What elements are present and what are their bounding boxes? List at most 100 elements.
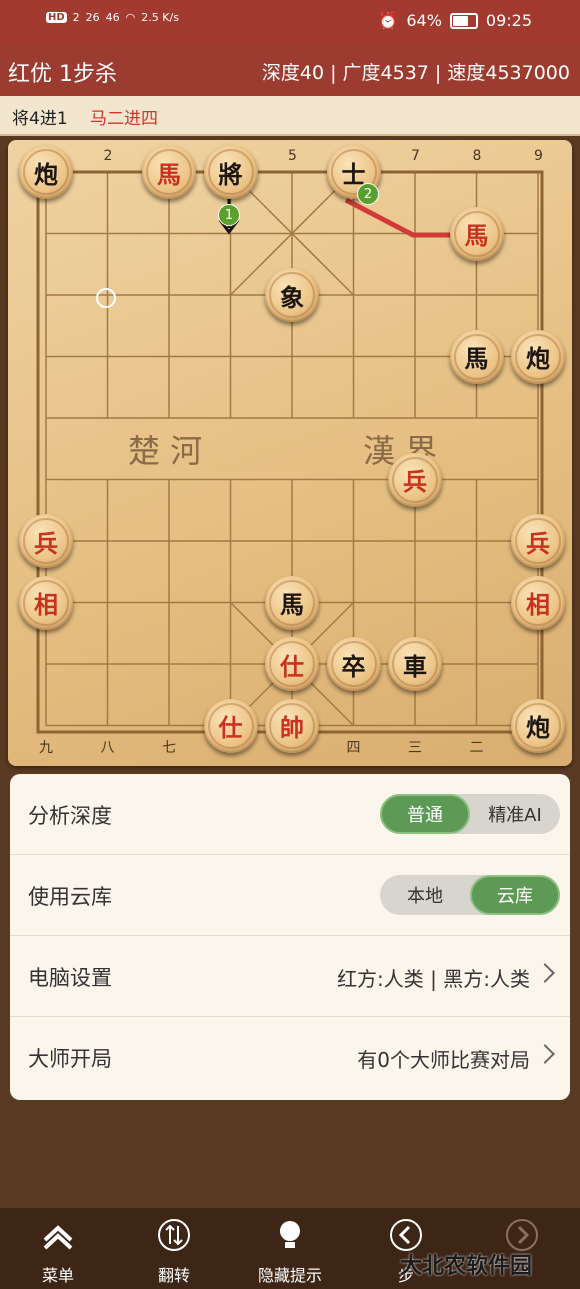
move-bar: 将4进1 马二进四 xyxy=(0,96,580,136)
page-title: 红优 1步杀 xyxy=(8,62,117,87)
file-label-bottom: 三 xyxy=(408,740,422,756)
chess-piece[interactable]: 卒 xyxy=(326,637,381,691)
cloud-label: 使用云库 xyxy=(28,885,112,909)
header-bar: 红优 1步杀 深度40 | 广度4537 | 速度4537000 xyxy=(0,44,580,96)
best-move[interactable]: 马二进四 xyxy=(90,104,158,129)
status-bar: HD 2 26 46 ◠ 2.5 K/s ⏰ 64% 09:25 xyxy=(0,0,580,44)
signal-icon: 26 xyxy=(85,11,100,24)
chess-piece[interactable]: 馬 xyxy=(265,575,319,630)
piece-label: 兵 xyxy=(23,518,69,564)
menu-icon xyxy=(43,1225,73,1250)
net-speed: 2.5 K/s xyxy=(141,11,179,24)
piece-label: 炮 xyxy=(515,702,561,749)
piece-label: 兵 xyxy=(392,456,438,503)
chess-piece[interactable]: 兵 xyxy=(388,452,442,507)
chess-piece[interactable]: 仕 xyxy=(203,698,258,753)
depth-label: 分析深度 xyxy=(28,804,112,828)
piece-label: 仕 xyxy=(207,702,254,749)
computer-value: 红方:人类 | 黑方:人类 xyxy=(337,967,530,991)
chess-piece[interactable]: 兵 xyxy=(19,514,73,568)
nav-menu-label: 菜单 xyxy=(41,1266,74,1285)
chess-piece[interactable]: 兵 xyxy=(511,514,565,568)
nav-flip-label: 翻转 xyxy=(157,1266,190,1285)
piece-label: 象 xyxy=(269,272,315,318)
nav-menu[interactable]: 菜单 xyxy=(13,1218,103,1286)
alarm-icon: ⏰ xyxy=(378,11,399,30)
piece-label: 馬 xyxy=(453,333,500,380)
chess-board[interactable]: 楚 河 漢 界 123456789 九八七六五四三二一 炮馬將士馬象馬炮兵兵兵相… xyxy=(8,140,572,766)
chess-piece[interactable]: 馬 xyxy=(449,206,504,261)
engine-stats: 深度40 | 广度4537 | 速度4537000 xyxy=(261,62,570,84)
flip-icon xyxy=(158,1219,190,1251)
depth-option-normal[interactable]: 普通 xyxy=(380,794,470,834)
piece-label: 相 xyxy=(515,579,561,626)
piece-label: 馬 xyxy=(269,579,315,626)
file-label-top: 9 xyxy=(534,148,543,164)
piece-label: 馬 xyxy=(453,210,500,257)
chess-piece[interactable]: 車 xyxy=(388,637,442,691)
nav-hide-hints-label: 隐藏提示 xyxy=(257,1266,322,1285)
chess-piece[interactable]: 帥 xyxy=(265,698,319,753)
master-opening-row[interactable]: 大师开局 有0个大师比赛对局 xyxy=(10,1017,570,1097)
file-label-top: 7 xyxy=(411,148,420,164)
depth-option-precise[interactable]: 精准AI xyxy=(470,794,560,834)
chess-piece[interactable]: 相 xyxy=(19,575,73,630)
chess-piece[interactable]: 炮 xyxy=(511,698,565,753)
piece-label: 仕 xyxy=(269,641,315,687)
piece-label: 炮 xyxy=(23,149,69,195)
river-left-text: 楚 河 xyxy=(128,432,202,470)
depth-toggle[interactable]: 普通 精准AI xyxy=(380,794,560,834)
chess-piece[interactable]: 將 xyxy=(203,145,258,199)
chess-piece[interactable]: 象 xyxy=(265,268,319,322)
bottom-nav: 菜单 翻转 隐藏提示 步 大北农软件园 xyxy=(0,1208,580,1289)
piece-label: 相 xyxy=(23,579,69,626)
file-label-top: 8 xyxy=(473,148,482,164)
hd-badge: HD xyxy=(46,12,67,23)
signal-indicators: HD 2 26 46 ◠ 2.5 K/s xyxy=(46,11,179,24)
sim-indicator: 2 xyxy=(72,11,80,24)
move-notation: 将4进1 xyxy=(12,109,68,129)
file-label-bottom: 七 xyxy=(162,740,176,756)
watermark-text: 大北农软件园 xyxy=(400,1254,533,1279)
chess-piece[interactable]: 馬 xyxy=(142,145,196,199)
computer-settings-row[interactable]: 电脑设置 红方:人类 | 黑方:人类 xyxy=(10,936,570,1017)
chess-piece[interactable]: 炮 xyxy=(511,329,565,384)
nav-hide-hints[interactable]: 隐藏提示 xyxy=(245,1218,335,1286)
chess-piece[interactable]: 仕 xyxy=(265,637,319,691)
target-marker-icon xyxy=(96,288,116,308)
nav-flip[interactable]: 翻转 xyxy=(129,1218,219,1286)
piece-label: 將 xyxy=(207,149,254,195)
file-label-bottom: 八 xyxy=(101,740,115,756)
master-value: 有0个大师比赛对局 xyxy=(357,1048,530,1072)
cloud-option-cloud[interactable]: 云库 xyxy=(470,875,560,915)
back-icon xyxy=(390,1219,422,1251)
file-label-bottom: 九 xyxy=(39,740,53,756)
signal-icon-2: 46 xyxy=(105,11,120,24)
chevron-right-icon xyxy=(535,1044,555,1064)
chess-piece[interactable]: 馬 xyxy=(449,329,504,384)
settings-panel: 分析深度 普通 精准AI 使用云库 本地 云库 电脑设置 红方:人类 | 黑方:… xyxy=(10,774,570,1100)
cloud-option-local[interactable]: 本地 xyxy=(380,875,470,915)
battery-icon xyxy=(449,12,478,29)
piece-label: 兵 xyxy=(515,518,561,564)
file-label-bottom: 四 xyxy=(347,740,361,756)
wifi-icon: ◠ xyxy=(125,11,136,24)
hint-badge-2: 2 xyxy=(357,183,379,205)
clock: 09:25 xyxy=(485,11,532,30)
file-label-top: 5 xyxy=(288,148,297,164)
computer-label: 电脑设置 xyxy=(28,966,112,990)
file-label-bottom: 二 xyxy=(470,740,484,756)
forward-icon xyxy=(506,1219,538,1251)
piece-label: 車 xyxy=(392,641,438,687)
master-label: 大师开局 xyxy=(28,1047,112,1071)
piece-label: 帥 xyxy=(269,702,315,749)
piece-label: 卒 xyxy=(330,641,377,687)
depth-row: 分析深度 普通 精准AI xyxy=(10,774,570,855)
bulb-icon xyxy=(280,1221,300,1248)
chess-piece[interactable]: 炮 xyxy=(19,145,73,199)
battery-percent: 64% xyxy=(406,11,442,30)
chess-piece[interactable]: 相 xyxy=(511,575,565,630)
chevron-right-icon xyxy=(535,963,555,983)
file-label-top: 2 xyxy=(104,148,113,164)
cloud-toggle[interactable]: 本地 云库 xyxy=(380,875,560,915)
